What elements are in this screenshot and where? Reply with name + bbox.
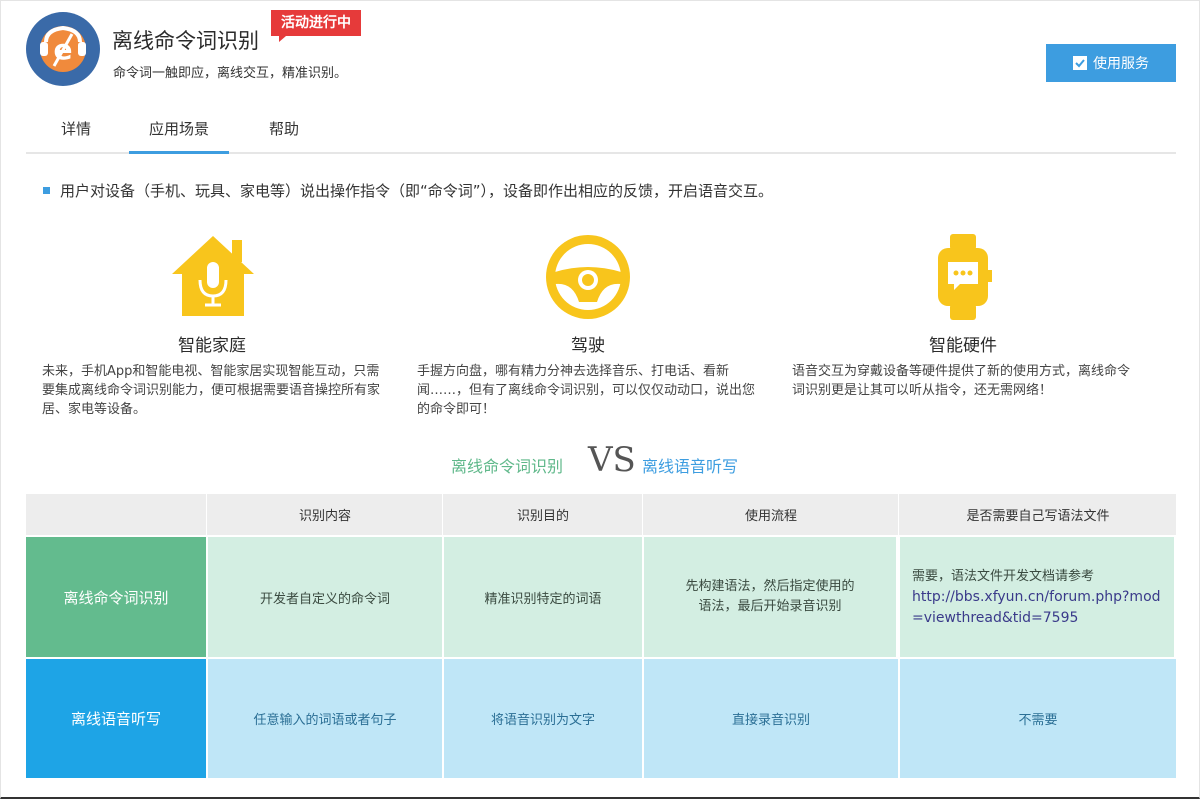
table-header-row: 识别内容 识别目的 使用流程 是否需要自己写语法文件 [26,494,1177,535]
app-logo-icon: e [26,12,100,86]
table-cell: 先构建语法，然后指定使用的语法，最后开始录音识别 [644,537,898,657]
scenario-title-home: 智能家庭 [178,336,246,356]
bullet-icon [43,187,50,194]
intro-text: 用户对设备（手机、玩具、家电等）说出操作指令（即“命令词”），设备即作出相应的反… [60,182,774,200]
vs-label: VS [588,440,636,480]
scenario-title-driving: 驾驶 [571,336,605,356]
row-label: 离线语音听写 [26,659,208,778]
scenario-desc-driving: 手握方向盘，哪有精力分神去选择音乐、打电话、看新闻……，但有了离线命令词识别，可… [417,364,756,417]
table-cell: 将语音识别为文字 [444,659,644,778]
table-row: 离线语音听写 任意输入的词语或者句子 将语音识别为文字 直接录音识别 不需要 [26,659,1178,778]
syntax-note: 需要，语法文件开发文档请参考 [912,568,1095,584]
tab-details[interactable]: 详情 [26,108,126,152]
docs-link[interactable]: http://bbs.xfyun.cn/forum.php?mod=viewth… [912,587,1166,629]
table-row: 离线命令词识别 开发者自定义的命令词 精准识别特定的词语 先构建语法，然后指定使… [26,537,1176,657]
table-header-cell: 识别内容 [208,494,443,535]
table-cell: 直接录音识别 [644,659,900,778]
scenario-title-hardware: 智能硬件 [929,336,997,356]
table-cell: 任意输入的词语或者句子 [208,659,444,778]
table-cell: 不需要 [900,659,1178,778]
intro-line: 用户对设备（手机、玩具、家电等）说出操作指令（即“命令词”），设备即作出相应的反… [43,180,773,201]
row-label: 离线命令词识别 [26,537,208,657]
app-title: 离线命令词识别 [112,29,259,53]
table-cell: 需要，语法文件开发文档请参考 http://bbs.xfyun.cn/forum… [900,537,1176,657]
table-header-cell: 使用流程 [644,494,899,535]
smartwatch-icon [938,234,992,320]
use-service-label: 使用服务 [1093,56,1149,72]
table-header-cell: 识别目的 [444,494,643,535]
checkbox-icon [1073,56,1087,70]
tab-scenarios[interactable]: 应用场景 [129,108,229,154]
steering-wheel-icon [546,235,630,319]
table-header-cell [26,494,207,535]
scenario-desc-hardware: 语音交互为穿戴设备等硬件提供了新的使用方式，离线命令词识别更是让其可以听从指令，… [792,364,1131,398]
use-service-button[interactable]: 使用服务 [1046,44,1176,82]
app-subtitle: 命令词一触即应，离线交互，精准识别。 [113,66,348,81]
scenario-desc-home: 未来，手机App和智能电视、智能家居实现智能互动，只需要集成离线命令词识别能力，… [42,364,381,417]
vs-left-label: 离线命令词识别 [451,457,564,476]
table-cell: 精准识别特定的词语 [444,537,644,657]
vs-right-label: 离线语音听写 [642,457,739,476]
smart-home-icon [172,236,254,316]
tab-bar: 详情 应用场景 帮助 [26,108,1176,154]
table-cell: 开发者自定义的命令词 [208,537,444,657]
tab-help[interactable]: 帮助 [234,108,334,152]
activity-badge: 活动进行中 [271,10,361,42]
table-header-cell: 是否需要自己写语法文件 [900,494,1177,535]
